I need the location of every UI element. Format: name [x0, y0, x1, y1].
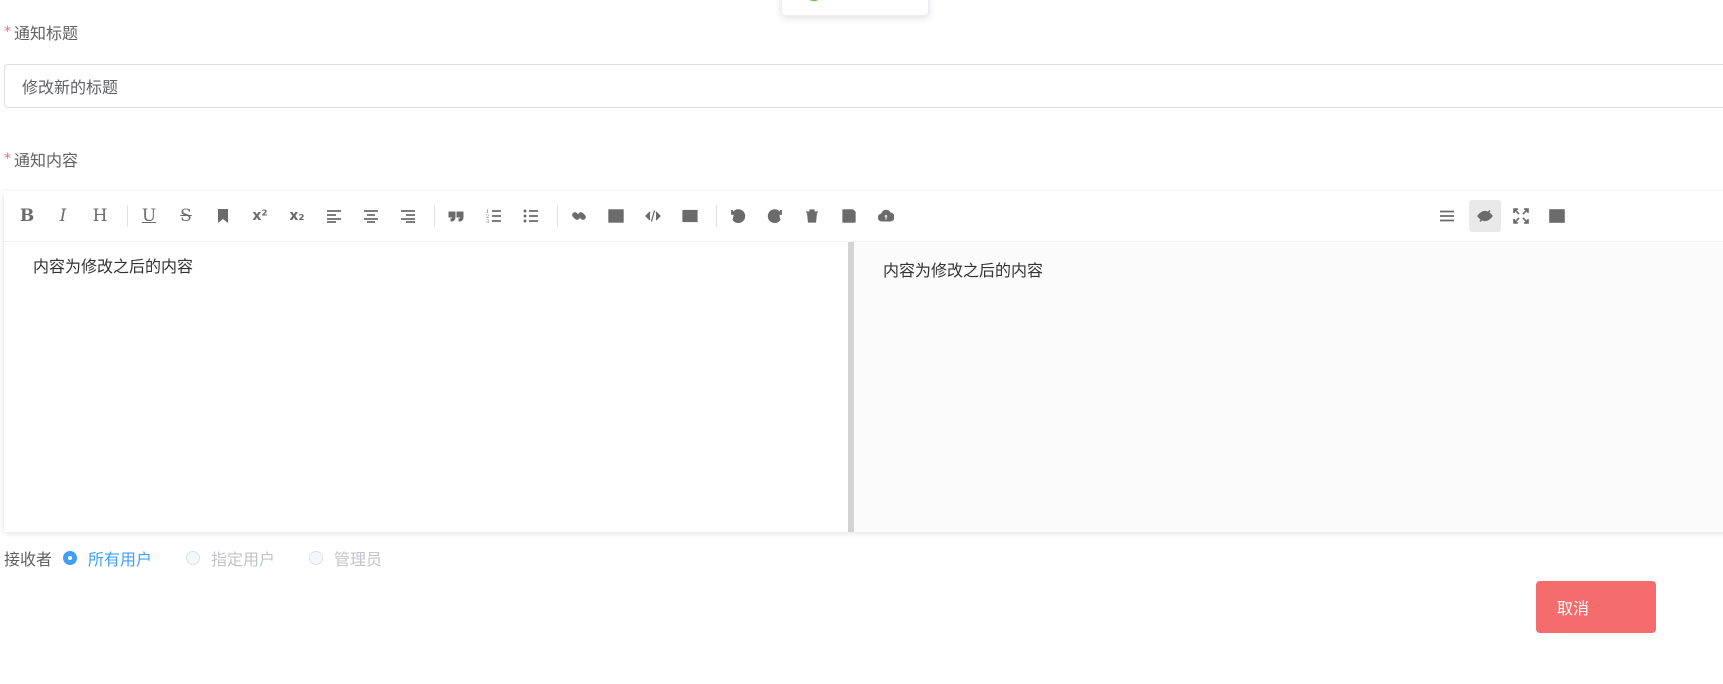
radio-all-users[interactable]: 所有用户 — [63, 546, 152, 570]
required-mark: * — [4, 151, 11, 167]
title-input[interactable] — [4, 64, 1723, 108]
bold-button[interactable]: B — [14, 203, 40, 229]
unordered-list-icon[interactable] — [518, 203, 544, 229]
window-icon[interactable] — [1544, 203, 1570, 229]
subscript-button[interactable]: x₂ — [284, 203, 310, 229]
cloud-upload-icon[interactable] — [873, 203, 899, 229]
code-icon[interactable] — [640, 203, 666, 229]
underline-button[interactable]: U — [136, 203, 162, 229]
radio-label[interactable]: 指定用户 — [211, 546, 275, 570]
expand-icon[interactable] — [1508, 203, 1534, 229]
preview-text: 内容为修改之后的内容 — [883, 261, 1044, 280]
svg-text:3: 3 — [486, 219, 489, 224]
redo-icon[interactable] — [762, 203, 788, 229]
quote-icon[interactable] — [443, 203, 469, 229]
radio-admin[interactable]: 管理员 — [309, 546, 382, 570]
bookmark-icon[interactable] — [210, 203, 236, 229]
radio-specified-users[interactable]: 指定用户 — [186, 546, 275, 570]
source-text[interactable]: 内容为修改之后的内容 — [33, 253, 193, 277]
cancel-button-label: 取消 — [1557, 599, 1590, 618]
radio-indicator[interactable] — [186, 551, 201, 565]
undo-icon[interactable] — [725, 203, 751, 229]
superscript-button[interactable]: x² — [247, 203, 273, 229]
align-right-icon[interactable] — [395, 203, 421, 229]
toolbar-divider — [716, 205, 717, 227]
required-mark: * — [4, 24, 11, 40]
markdown-editor: B I H U S x² x₂ 123 内容为修改之后的内容 内容为修改之后的内… — [4, 191, 1723, 532]
align-center-icon[interactable] — [358, 203, 384, 229]
align-left-icon[interactable] — [321, 203, 347, 229]
message-toast — [781, 0, 929, 16]
content-label-text: 通知内容 — [14, 151, 79, 170]
image-icon[interactable] — [603, 203, 629, 229]
save-icon[interactable] — [836, 203, 862, 229]
success-icon — [807, 0, 821, 1]
trash-icon[interactable] — [799, 203, 825, 229]
link-icon[interactable] — [566, 203, 592, 229]
header-button[interactable]: H — [87, 203, 113, 229]
toolbar-divider — [434, 205, 435, 227]
radio-indicator[interactable] — [309, 551, 324, 565]
strikethrough-button[interactable]: S — [173, 203, 199, 229]
content-label: * 通知内容 — [4, 147, 78, 171]
radio-label[interactable]: 所有用户 — [88, 546, 152, 570]
table-icon[interactable] — [677, 203, 703, 229]
radio-indicator[interactable] — [63, 551, 78, 565]
markdown-preview-pane: 内容为修改之后的内容 — [854, 242, 1723, 532]
italic-button[interactable]: I — [50, 203, 76, 229]
menu-icon[interactable] — [1434, 203, 1460, 229]
recipients-group: 接收者 所有用户 指定用户 管理员 — [4, 545, 416, 571]
cancel-button[interactable]: 取消 — [1536, 581, 1656, 633]
recipients-label: 接收者 — [4, 550, 53, 569]
toolbar-divider — [557, 205, 558, 227]
toolbar-divider — [127, 205, 128, 227]
editor-toolbar: B I H U S x² x₂ 123 — [4, 191, 1723, 242]
title-label: * 通知标题 — [4, 20, 78, 44]
radio-label[interactable]: 管理员 — [334, 546, 382, 570]
eye-slash-icon[interactable] — [1469, 200, 1501, 232]
ordered-list-icon[interactable]: 123 — [481, 203, 507, 229]
markdown-source-pane[interactable]: 内容为修改之后的内容 — [4, 242, 848, 532]
title-label-text: 通知标题 — [14, 24, 79, 43]
